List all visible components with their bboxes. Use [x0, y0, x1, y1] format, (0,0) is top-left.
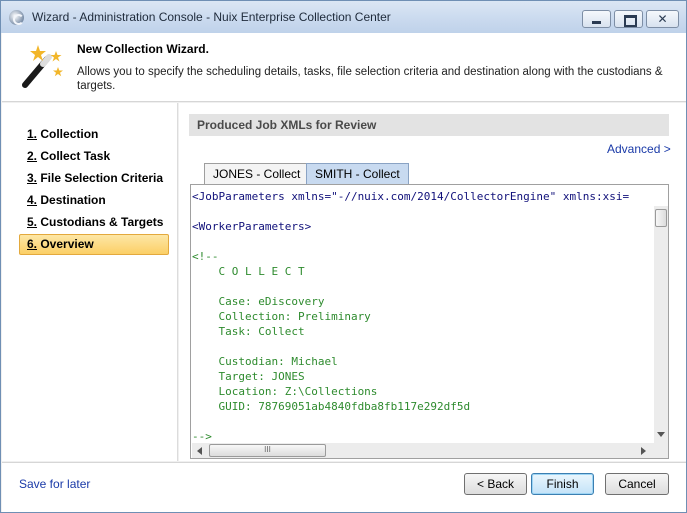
step-number: 3.	[27, 171, 38, 185]
nav-step-custodians-targets[interactable]: 5. Custodians & Targets	[19, 212, 169, 233]
section-title: Produced Job XMLs for Review	[189, 114, 669, 136]
app-logo-icon	[9, 10, 24, 25]
nav-step-file-selection-criteria[interactable]: 3. File Selection Criteria	[19, 168, 169, 189]
scroll-down-arrow-icon[interactable]	[657, 432, 665, 437]
code-line: C O L L E C T	[192, 265, 305, 278]
code-line: <WorkerParameters>	[192, 220, 312, 233]
code-line: Case: eDiscovery	[192, 295, 325, 308]
code-line: Task: Collect	[192, 325, 305, 338]
step-label: Destination	[37, 193, 106, 207]
code-line: <!--	[192, 250, 219, 263]
step-label: Collect Task	[37, 149, 111, 163]
cancel-button[interactable]: Cancel	[605, 473, 669, 495]
tab-jones-collect[interactable]: JONES - Collect	[204, 163, 310, 184]
scroll-left-arrow-icon[interactable]	[197, 447, 202, 455]
code-line: -->	[192, 430, 212, 443]
step-number: 2.	[27, 149, 38, 163]
magic-wand-icon	[22, 45, 63, 88]
wizard-window: Wizard - Administration Console - Nuix E…	[0, 0, 687, 513]
code-line: <JobParameters xmlns="-//nuix.com/2014/C…	[192, 190, 630, 203]
step-label: Collection	[37, 127, 99, 141]
code-line: Collection: Preliminary	[192, 310, 371, 323]
code-line: Target: JONES	[192, 370, 305, 383]
maximize-button[interactable]	[614, 10, 643, 28]
step-number: 6.	[27, 237, 38, 251]
wizard-title: New Collection Wizard.	[77, 42, 209, 56]
wizard-footer: Save for later < Back Finish Cancel	[2, 462, 686, 512]
finish-button[interactable]: Finish	[531, 473, 594, 495]
vertical-scroll-thumb[interactable]	[655, 209, 667, 227]
close-icon: ✕	[657, 12, 668, 26]
back-button[interactable]: < Back	[464, 473, 527, 495]
vertical-scrollbar[interactable]	[654, 206, 668, 443]
step-label: Custodians & Targets	[37, 215, 164, 229]
save-for-later-link[interactable]: Save for later	[19, 477, 90, 491]
horizontal-scrollbar[interactable]: III	[192, 443, 654, 458]
advanced-link[interactable]: Advanced >	[607, 142, 671, 156]
nav-step-overview[interactable]: 6. Overview	[19, 234, 169, 255]
tab-smith-collect[interactable]: SMITH - Collect	[306, 163, 409, 184]
step-number: 4.	[27, 193, 38, 207]
code-line: GUID: 78769051ab4840fdba8fb117e292df5d	[192, 400, 471, 413]
code-line: Location: Z:\Collections	[192, 385, 378, 398]
overview-panel: Produced Job XMLs for Review Advanced > …	[179, 103, 686, 461]
minimize-button[interactable]	[582, 10, 611, 28]
nav-step-collection[interactable]: 1. Collection	[19, 124, 169, 145]
horizontal-scroll-thumb[interactable]: III	[209, 444, 326, 457]
nav-step-collect-task[interactable]: 2. Collect Task	[19, 146, 169, 167]
wizard-steps-nav: 1. Collection 2. Collect Task 3. File Se…	[2, 103, 178, 461]
scrollbar-corner	[654, 443, 668, 458]
step-label: Overview	[37, 237, 94, 251]
step-number: 1.	[27, 127, 38, 141]
job-xml-editor[interactable]: <JobParameters xmlns="-//nuix.com/2014/C…	[190, 184, 669, 459]
xml-code-area[interactable]: <JobParameters xmlns="-//nuix.com/2014/C…	[192, 189, 654, 443]
wizard-header: New Collection Wizard. Allows you to spe…	[2, 33, 686, 102]
window-title: Wizard - Administration Console - Nuix E…	[32, 10, 391, 24]
step-label: File Selection Criteria	[37, 171, 164, 185]
nav-step-destination[interactable]: 4. Destination	[19, 190, 169, 211]
step-number: 5.	[27, 215, 38, 229]
code-line: Custodian: Michael	[192, 355, 338, 368]
close-button[interactable]: ✕	[646, 10, 679, 28]
wizard-description: Allows you to specify the scheduling det…	[77, 66, 663, 92]
title-bar[interactable]: Wizard - Administration Console - Nuix E…	[1, 1, 686, 33]
scroll-right-arrow-icon[interactable]	[641, 447, 646, 455]
